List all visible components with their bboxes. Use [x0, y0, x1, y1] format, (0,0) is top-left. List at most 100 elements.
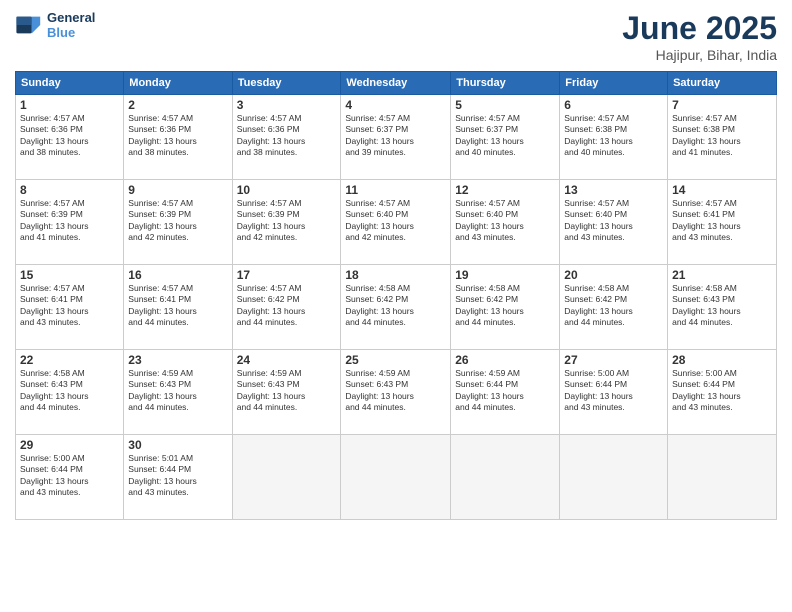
day-cell: 13Sunrise: 4:57 AMSunset: 6:40 PMDayligh… [560, 180, 668, 265]
day-number: 2 [128, 98, 227, 112]
day-cell: 25Sunrise: 4:59 AMSunset: 6:43 PMDayligh… [341, 350, 451, 435]
day-info: Sunrise: 4:57 AMSunset: 6:39 PMDaylight:… [20, 198, 119, 244]
day-info: Sunrise: 4:57 AMSunset: 6:41 PMDaylight:… [20, 283, 119, 329]
empty-cell [668, 435, 777, 520]
day-info: Sunrise: 4:57 AMSunset: 6:39 PMDaylight:… [237, 198, 337, 244]
day-info: Sunrise: 4:57 AMSunset: 6:40 PMDaylight:… [455, 198, 555, 244]
calendar-row: 22Sunrise: 4:58 AMSunset: 6:43 PMDayligh… [16, 350, 777, 435]
day-number: 4 [345, 98, 446, 112]
day-info: Sunrise: 4:57 AMSunset: 6:37 PMDaylight:… [345, 113, 446, 159]
day-cell: 4Sunrise: 4:57 AMSunset: 6:37 PMDaylight… [341, 95, 451, 180]
logo: General Blue [15, 10, 95, 40]
day-number: 23 [128, 353, 227, 367]
col-friday: Friday [560, 72, 668, 95]
day-number: 17 [237, 268, 337, 282]
day-cell: 16Sunrise: 4:57 AMSunset: 6:41 PMDayligh… [124, 265, 232, 350]
day-number: 30 [128, 438, 227, 452]
day-cell: 7Sunrise: 4:57 AMSunset: 6:38 PMDaylight… [668, 95, 777, 180]
col-wednesday: Wednesday [341, 72, 451, 95]
day-info: Sunrise: 4:59 AMSunset: 6:43 PMDaylight:… [237, 368, 337, 414]
day-cell: 14Sunrise: 4:57 AMSunset: 6:41 PMDayligh… [668, 180, 777, 265]
day-info: Sunrise: 4:57 AMSunset: 6:38 PMDaylight:… [564, 113, 663, 159]
col-monday: Monday [124, 72, 232, 95]
day-info: Sunrise: 4:57 AMSunset: 6:36 PMDaylight:… [128, 113, 227, 159]
day-info: Sunrise: 4:58 AMSunset: 6:42 PMDaylight:… [455, 283, 555, 329]
day-info: Sunrise: 4:59 AMSunset: 6:43 PMDaylight:… [128, 368, 227, 414]
day-number: 13 [564, 183, 663, 197]
day-info: Sunrise: 4:58 AMSunset: 6:42 PMDaylight:… [345, 283, 446, 329]
title-area: June 2025 Hajipur, Bihar, India [622, 10, 777, 63]
day-number: 12 [455, 183, 555, 197]
day-number: 18 [345, 268, 446, 282]
day-number: 19 [455, 268, 555, 282]
day-cell: 28Sunrise: 5:00 AMSunset: 6:44 PMDayligh… [668, 350, 777, 435]
day-cell: 10Sunrise: 4:57 AMSunset: 6:39 PMDayligh… [232, 180, 341, 265]
empty-cell [560, 435, 668, 520]
day-cell: 17Sunrise: 4:57 AMSunset: 6:42 PMDayligh… [232, 265, 341, 350]
col-thursday: Thursday [451, 72, 560, 95]
day-cell: 18Sunrise: 4:58 AMSunset: 6:42 PMDayligh… [341, 265, 451, 350]
day-number: 21 [672, 268, 772, 282]
day-cell: 29Sunrise: 5:00 AMSunset: 6:44 PMDayligh… [16, 435, 124, 520]
day-number: 15 [20, 268, 119, 282]
day-number: 8 [20, 183, 119, 197]
empty-cell [341, 435, 451, 520]
day-cell: 5Sunrise: 4:57 AMSunset: 6:37 PMDaylight… [451, 95, 560, 180]
day-info: Sunrise: 4:58 AMSunset: 6:43 PMDaylight:… [20, 368, 119, 414]
day-cell: 8Sunrise: 4:57 AMSunset: 6:39 PMDaylight… [16, 180, 124, 265]
day-info: Sunrise: 4:57 AMSunset: 6:42 PMDaylight:… [237, 283, 337, 329]
day-number: 28 [672, 353, 772, 367]
day-cell: 22Sunrise: 4:58 AMSunset: 6:43 PMDayligh… [16, 350, 124, 435]
day-number: 26 [455, 353, 555, 367]
day-number: 9 [128, 183, 227, 197]
col-saturday: Saturday [668, 72, 777, 95]
day-info: Sunrise: 5:00 AMSunset: 6:44 PMDaylight:… [672, 368, 772, 414]
day-cell: 11Sunrise: 4:57 AMSunset: 6:40 PMDayligh… [341, 180, 451, 265]
empty-cell [451, 435, 560, 520]
day-number: 11 [345, 183, 446, 197]
day-cell: 26Sunrise: 4:59 AMSunset: 6:44 PMDayligh… [451, 350, 560, 435]
day-cell: 27Sunrise: 5:00 AMSunset: 6:44 PMDayligh… [560, 350, 668, 435]
day-info: Sunrise: 4:57 AMSunset: 6:41 PMDaylight:… [672, 198, 772, 244]
day-number: 1 [20, 98, 119, 112]
day-info: Sunrise: 4:57 AMSunset: 6:36 PMDaylight:… [237, 113, 337, 159]
day-cell: 3Sunrise: 4:57 AMSunset: 6:36 PMDaylight… [232, 95, 341, 180]
calendar-row: 8Sunrise: 4:57 AMSunset: 6:39 PMDaylight… [16, 180, 777, 265]
logo-icon [15, 11, 43, 39]
day-number: 10 [237, 183, 337, 197]
day-info: Sunrise: 4:57 AMSunset: 6:40 PMDaylight:… [564, 198, 663, 244]
month-title: June 2025 [622, 10, 777, 47]
day-info: Sunrise: 4:57 AMSunset: 6:40 PMDaylight:… [345, 198, 446, 244]
day-info: Sunrise: 4:57 AMSunset: 6:36 PMDaylight:… [20, 113, 119, 159]
location: Hajipur, Bihar, India [622, 47, 777, 63]
day-cell: 9Sunrise: 4:57 AMSunset: 6:39 PMDaylight… [124, 180, 232, 265]
day-number: 16 [128, 268, 227, 282]
day-cell: 24Sunrise: 4:59 AMSunset: 6:43 PMDayligh… [232, 350, 341, 435]
day-number: 25 [345, 353, 446, 367]
day-info: Sunrise: 4:57 AMSunset: 6:39 PMDaylight:… [128, 198, 227, 244]
day-info: Sunrise: 4:58 AMSunset: 6:42 PMDaylight:… [564, 283, 663, 329]
day-cell: 19Sunrise: 4:58 AMSunset: 6:42 PMDayligh… [451, 265, 560, 350]
day-number: 22 [20, 353, 119, 367]
day-number: 27 [564, 353, 663, 367]
day-info: Sunrise: 4:59 AMSunset: 6:44 PMDaylight:… [455, 368, 555, 414]
day-cell: 21Sunrise: 4:58 AMSunset: 6:43 PMDayligh… [668, 265, 777, 350]
day-cell: 1Sunrise: 4:57 AMSunset: 6:36 PMDaylight… [16, 95, 124, 180]
calendar-row: 29Sunrise: 5:00 AMSunset: 6:44 PMDayligh… [16, 435, 777, 520]
empty-cell [232, 435, 341, 520]
day-info: Sunrise: 5:00 AMSunset: 6:44 PMDaylight:… [564, 368, 663, 414]
day-cell: 2Sunrise: 4:57 AMSunset: 6:36 PMDaylight… [124, 95, 232, 180]
day-number: 5 [455, 98, 555, 112]
day-info: Sunrise: 5:01 AMSunset: 6:44 PMDaylight:… [128, 453, 227, 499]
calendar-row: 15Sunrise: 4:57 AMSunset: 6:41 PMDayligh… [16, 265, 777, 350]
day-cell: 6Sunrise: 4:57 AMSunset: 6:38 PMDaylight… [560, 95, 668, 180]
day-cell: 30Sunrise: 5:01 AMSunset: 6:44 PMDayligh… [124, 435, 232, 520]
header: General Blue June 2025 Hajipur, Bihar, I… [15, 10, 777, 63]
col-sunday: Sunday [16, 72, 124, 95]
day-cell: 15Sunrise: 4:57 AMSunset: 6:41 PMDayligh… [16, 265, 124, 350]
logo-text: General Blue [47, 10, 95, 40]
day-number: 24 [237, 353, 337, 367]
day-info: Sunrise: 4:57 AMSunset: 6:38 PMDaylight:… [672, 113, 772, 159]
day-info: Sunrise: 4:57 AMSunset: 6:41 PMDaylight:… [128, 283, 227, 329]
day-number: 14 [672, 183, 772, 197]
